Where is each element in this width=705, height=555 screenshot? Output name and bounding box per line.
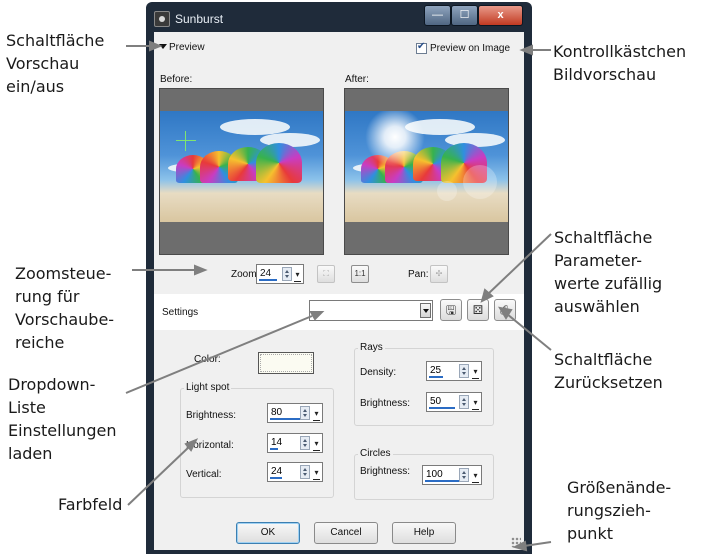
dice-icon: ⚄ [472,303,484,317]
help-button[interactable]: Help [392,522,456,544]
settings-label: Settings [162,307,199,318]
color-label: Color: [194,354,221,365]
window-title: Sunburst [175,12,224,26]
preview-on-image-label: Preview on Image [430,43,511,54]
density-bar [429,376,443,378]
after-preview-pane[interactable] [344,88,509,255]
chevron-down-icon[interactable]: ▾ [294,269,301,282]
pan-label: Pan: [408,269,429,280]
spin-arrows-icon[interactable] [282,267,292,281]
maximize-button[interactable]: ☐ [451,5,478,26]
settings-dropdown[interactable] [309,300,433,321]
save-preset-button[interactable]: 🖫 [440,299,462,321]
callout-randomize: Schaltfläche Parameter- werte zufällig a… [554,228,663,316]
density-value[interactable]: 25 [430,365,441,376]
title-bar[interactable]: Sunburst — ☐ x [146,2,532,30]
horizontal-value[interactable]: 14 [271,437,282,448]
rays-title: Rays [358,342,385,353]
vertical-spinner[interactable]: 24 ▾ [267,462,323,482]
spin-arrows-icon[interactable] [459,395,469,409]
rays-brightness-bar [429,407,455,409]
vertical-bar [270,477,282,479]
checkbox-checked-icon[interactable] [416,41,427,54]
cancel-button[interactable]: Cancel [314,522,378,544]
vertical-label: Vertical: [186,469,222,480]
settings-row: Settings 🖫 ⚄ ⎙ [154,294,524,330]
callout-color-swatch: Farbfeld [58,495,123,514]
dialog-client: Preview Preview on Image Before: After: [154,32,524,550]
callout-settings-dropdown: Dropdown- Liste Einstellungen laden [8,375,117,463]
resize-grip-icon[interactable] [511,537,521,547]
chevron-down-icon[interactable]: ▾ [313,408,320,421]
spin-arrows-icon[interactable] [300,465,310,479]
light-spot-brightness-spinner[interactable]: 80 ▾ [267,403,323,423]
close-button[interactable]: x [478,5,523,26]
chevron-down-icon[interactable]: ▾ [472,366,479,379]
before-label: Before: [160,74,193,85]
horizontal-spinner[interactable]: 14 ▾ [267,433,323,453]
rays-brightness-value[interactable]: 50 [430,396,441,407]
chevron-down-icon[interactable]: ▾ [313,438,320,451]
light-spot-brightness-value[interactable]: 80 [271,407,282,418]
after-preview-image [345,111,508,222]
callout-resize-grip: Größenände- rungszieh- punkt [567,478,672,543]
zoom-fit-button[interactable]: ⛶ [317,265,335,283]
chevron-down-icon[interactable]: ▾ [313,467,320,480]
callout-reset: Schaltfläche Zurücksetzen [554,350,663,392]
circles-brightness-spinner[interactable]: 100 ▾ [422,465,482,485]
callout-preview-toggle: Schaltfläche Vorschau ein/aus [6,31,105,96]
zoom-one-to-one-button[interactable]: 1:1 [351,265,369,283]
circles-brightness-label: Brightness: [360,466,411,477]
density-spinner[interactable]: 25 ▾ [426,361,482,381]
app-icon [154,11,170,27]
density-label: Density: [360,367,397,378]
triangle-down-icon [159,44,167,49]
minimize-button[interactable]: — [424,5,451,26]
spin-arrows-icon[interactable] [300,436,310,450]
reset-button[interactable]: ⎙ [494,299,516,321]
before-preview-image [160,111,323,222]
preview-toggle-button[interactable]: Preview [156,38,220,58]
color-swatch[interactable] [258,352,314,374]
circles-title: Circles [358,448,393,459]
spin-arrows-icon[interactable] [300,406,310,420]
light-spot-title: Light spot [184,382,232,393]
callout-preview-on-image: Kontrollkästchen Bildvorschau [553,42,687,84]
chevron-down-icon[interactable] [420,303,431,318]
floppy-disk-icon: 🖫 [445,303,457,317]
ok-button[interactable]: OK [236,522,300,544]
vertical-value[interactable]: 24 [271,466,282,477]
pan-button[interactable]: ✣ [430,265,448,283]
rays-brightness-spinner[interactable]: 50 ▾ [426,392,482,412]
rays-brightness-label: Brightness: [360,398,411,409]
sunburst-dialog: Sunburst — ☐ x Preview Preview on Image … [146,2,532,554]
rays-group [354,348,494,426]
horizontal-bar [270,448,278,450]
chevron-down-icon[interactable]: ▾ [472,470,479,483]
light-spot-crosshair-icon[interactable] [176,131,196,151]
reset-icon: ⎙ [500,303,510,317]
spin-arrows-icon[interactable] [459,364,469,378]
horizontal-label: Horizontal: [186,440,234,451]
circles-brightness-value[interactable]: 100 [426,469,443,480]
before-preview-pane[interactable] [159,88,324,255]
preview-toggle-label: Preview [169,42,205,53]
after-label: After: [345,74,369,85]
randomize-button[interactable]: ⚄ [467,299,489,321]
light-spot-brightness-label: Brightness: [186,410,237,421]
chevron-down-icon[interactable]: ▾ [472,397,479,410]
zoom-value[interactable]: 24 [260,268,271,279]
callout-zoom: Zoomsteue- rung für Vorschaube- reiche [15,264,115,352]
zoom-controls: Zoom: 24 ▾ ⛶ 1:1 Pan: ✣ [154,264,524,286]
spin-arrows-icon[interactable] [459,468,469,482]
zoom-spinner[interactable]: 24 ▾ [256,264,304,284]
zoom-level-bar [259,279,277,281]
